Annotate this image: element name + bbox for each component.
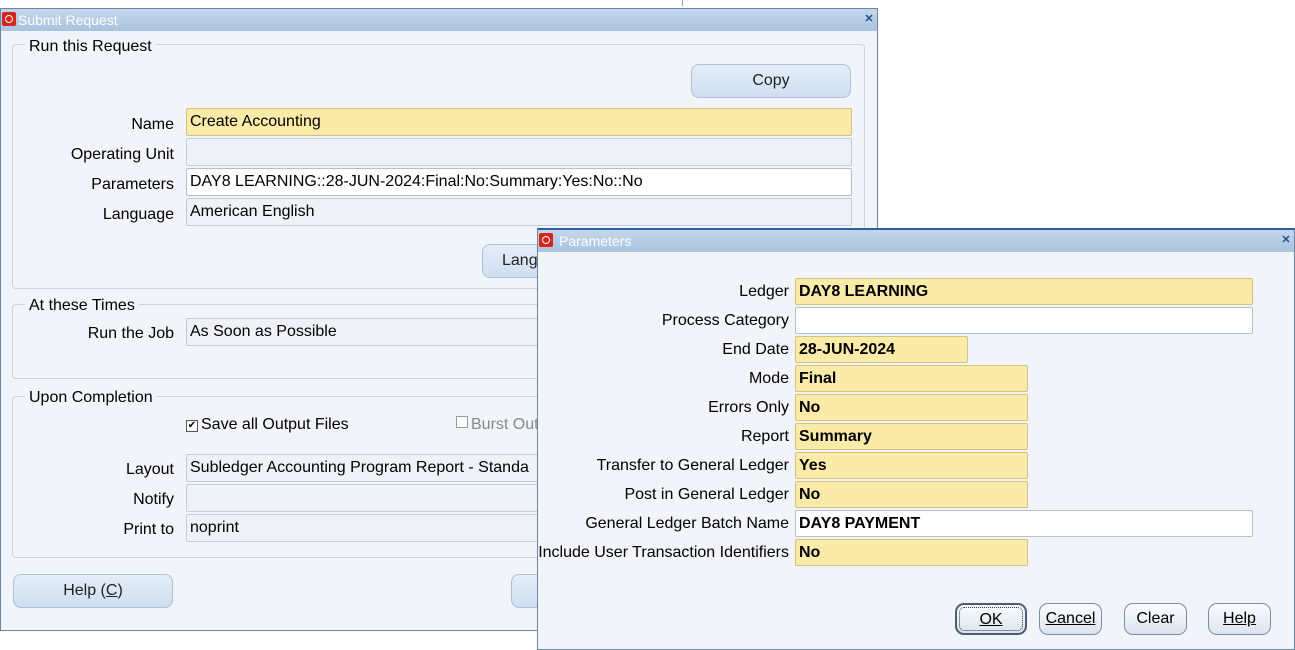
checkbox-empty-icon: [456, 416, 468, 428]
cancel-button-label: Cancel: [1045, 610, 1096, 627]
run-request-group-title: Run this Request: [25, 38, 156, 56]
clear-button[interactable]: Clear: [1124, 603, 1187, 635]
param-field[interactable]: Final: [795, 365, 1028, 392]
help-button-key: C: [105, 582, 118, 599]
oracle-icon: [539, 233, 553, 247]
param-label: Mode: [748, 370, 789, 387]
notify-field[interactable]: [186, 484, 566, 512]
parameters-title: Parameters: [559, 233, 632, 249]
background-window-edge: [0, 0, 683, 6]
param-label: Ledger: [739, 283, 789, 300]
param-field[interactable]: DAY8 PAYMENT: [795, 510, 1253, 537]
name-field[interactable]: Create Accounting: [186, 108, 852, 136]
close-icon[interactable]: ✕: [1280, 234, 1292, 246]
name-label: Name: [131, 116, 174, 133]
save-outputs-label: Save all Output Files: [201, 416, 349, 433]
ok-button[interactable]: OK: [955, 603, 1027, 635]
run-job-label: Run the Job: [87, 325, 174, 342]
param-label: Errors Only: [708, 399, 789, 416]
help-button-label: Help: [1223, 610, 1256, 627]
oracle-icon: [2, 12, 16, 26]
layout-field[interactable]: Subledger Accounting Program Report - St…: [186, 454, 566, 482]
param-field[interactable]: [795, 307, 1253, 334]
save-outputs-checkbox[interactable]: ✔ Save all Output Files: [186, 416, 349, 434]
ok-button-label: OK: [979, 611, 1003, 628]
param-label: Post in General Ledger: [624, 486, 789, 503]
cancel-button[interactable]: Cancel: [1039, 603, 1102, 635]
parameters-field[interactable]: DAY8 LEARNING::28-JUN-2024:Final:No:Summ…: [186, 168, 852, 196]
param-field[interactable]: No: [795, 394, 1028, 421]
copy-button[interactable]: Copy: [691, 64, 851, 98]
languages-button-label: Lang: [502, 252, 538, 269]
parameters-window: Parameters ✕ Ledger DAY8 LEARNING Process …: [537, 228, 1295, 650]
param-field[interactable]: DAY8 LEARNING: [795, 278, 1253, 305]
print-to-label: Print to: [123, 521, 174, 538]
param-field[interactable]: Summary: [795, 423, 1028, 450]
language-field[interactable]: American English: [186, 198, 852, 226]
close-icon[interactable]: ✕: [863, 13, 875, 25]
param-label: End Date: [722, 341, 789, 358]
help-button-suffix: ): [117, 582, 123, 599]
layout-label: Layout: [125, 461, 174, 478]
param-field[interactable]: 28-JUN-2024: [795, 336, 968, 363]
help-button[interactable]: Help (C): [13, 574, 173, 608]
help-button-prefix: Help (: [63, 582, 106, 599]
help-button[interactable]: Help: [1208, 603, 1271, 635]
times-group-title: At these Times: [25, 297, 139, 315]
window-title: Submit Request: [18, 12, 118, 28]
param-label: Process Category: [661, 312, 789, 329]
parameters-titlebar[interactable]: Parameters ✕: [538, 230, 1294, 252]
submit-request-titlebar[interactable]: Submit Request ✕: [1, 9, 877, 31]
parameters-label: Parameters: [91, 176, 174, 193]
notify-label: Notify: [133, 491, 174, 508]
param-field[interactable]: Yes: [795, 452, 1028, 479]
param-label: Report: [740, 428, 789, 445]
run-job-field[interactable]: As Soon as Possible: [186, 318, 566, 346]
operating-unit-field[interactable]: [186, 138, 852, 166]
param-field[interactable]: No: [795, 481, 1028, 508]
completion-group-title: Upon Completion: [25, 389, 157, 407]
checkmark-icon: ✔: [186, 420, 198, 432]
param-label: General Ledger Batch Name: [585, 515, 789, 532]
operating-unit-label: Operating Unit: [70, 146, 174, 163]
clear-button-label: Clear: [1136, 610, 1175, 627]
burst-output-checkbox[interactable]: Burst Out: [456, 416, 539, 434]
param-field[interactable]: No: [795, 539, 1028, 566]
param-label: Transfer to General Ledger: [596, 457, 789, 474]
burst-output-label: Burst Out: [471, 416, 539, 433]
param-label: Include User Transaction Identifiers: [538, 544, 789, 561]
print-to-field[interactable]: noprint: [186, 514, 566, 542]
language-label: Language: [102, 206, 174, 223]
